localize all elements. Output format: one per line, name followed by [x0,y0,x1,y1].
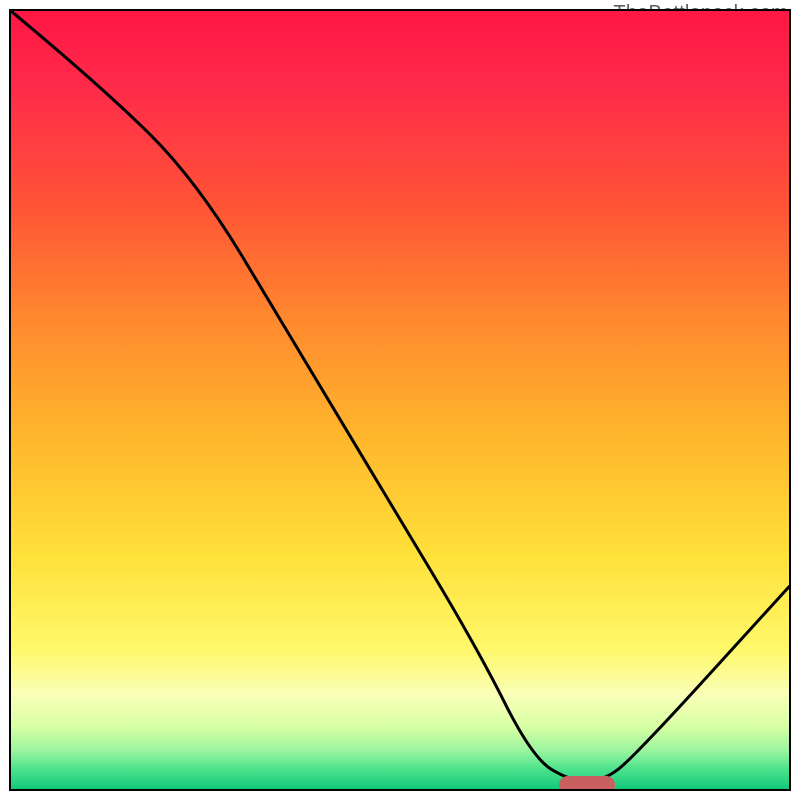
marker-pill [559,776,615,791]
chart-curve [11,11,789,789]
chart-frame [9,9,791,791]
